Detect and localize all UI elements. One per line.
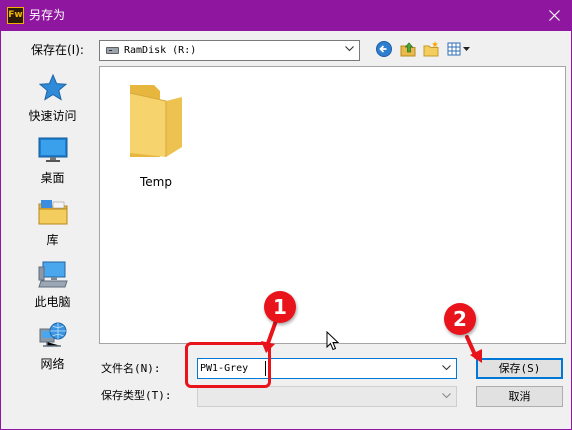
chevron-down-icon [442, 393, 451, 399]
quick-access-star-icon [38, 73, 68, 101]
desktop-icon [38, 137, 68, 162]
place-label: 此电脑 [34, 295, 71, 309]
save-button[interactable]: 保存(S) [476, 358, 563, 379]
place-label: 快速访问 [28, 109, 77, 123]
close-button[interactable] [538, 0, 572, 31]
this-pc-icon [38, 261, 68, 288]
chevron-down-icon [345, 46, 354, 52]
annotation-badge-2: 2 [444, 303, 476, 335]
chevron-down-icon [442, 365, 451, 371]
network-icon [39, 322, 67, 347]
close-icon [549, 10, 560, 21]
place-label: 网络 [40, 357, 65, 371]
list-item[interactable]: Temp [122, 81, 192, 193]
place-library[interactable]: 库 [10, 196, 95, 254]
file-list-pane[interactable]: Temp [99, 66, 566, 344]
annotation-badge-1: 1 [264, 291, 296, 323]
fireworks-app-icon: Fw [7, 7, 24, 24]
save-in-label: 保存在(I): [31, 43, 84, 57]
folder-icon [129, 85, 182, 157]
mouse-cursor-icon [326, 331, 340, 351]
place-quick-access[interactable]: 快速访问 [10, 72, 95, 130]
place-desktop[interactable]: 桌面 [10, 134, 95, 192]
places-bar: 快速访问 桌面 库 此电脑 网络 [10, 64, 95, 382]
new-folder-icon[interactable] [422, 40, 440, 58]
filetype-label: 保存类型(T): [101, 389, 172, 402]
window-title: 另存为 [29, 8, 66, 22]
place-label: 桌面 [40, 171, 65, 185]
place-this-pc[interactable]: 此电脑 [10, 258, 95, 316]
back-icon[interactable] [375, 40, 393, 58]
view-menu-icon[interactable] [446, 40, 472, 58]
cancel-button[interactable]: 取消 [476, 386, 563, 407]
place-network[interactable]: 网络 [10, 320, 95, 378]
filename-label: 文件名(N): [101, 362, 161, 375]
file-name: Temp [140, 175, 172, 189]
save-in-value: RamDisk (R:) [124, 45, 197, 56]
save-in-dropdown[interactable]: RamDisk (R:) [99, 40, 360, 61]
annotation-arrow-2 [465, 335, 482, 363]
title-bar: Fw 另存为 [0, 0, 572, 31]
drive-icon [106, 47, 119, 54]
dialog-body: 保存在(I): RamDisk (R:) 快速访问 桌面 库 此电脑 网络 Te… [1, 31, 571, 429]
place-label: 库 [46, 233, 59, 247]
up-folder-icon[interactable] [399, 40, 417, 58]
library-icon [38, 200, 68, 225]
filetype-dropdown[interactable] [197, 386, 457, 407]
